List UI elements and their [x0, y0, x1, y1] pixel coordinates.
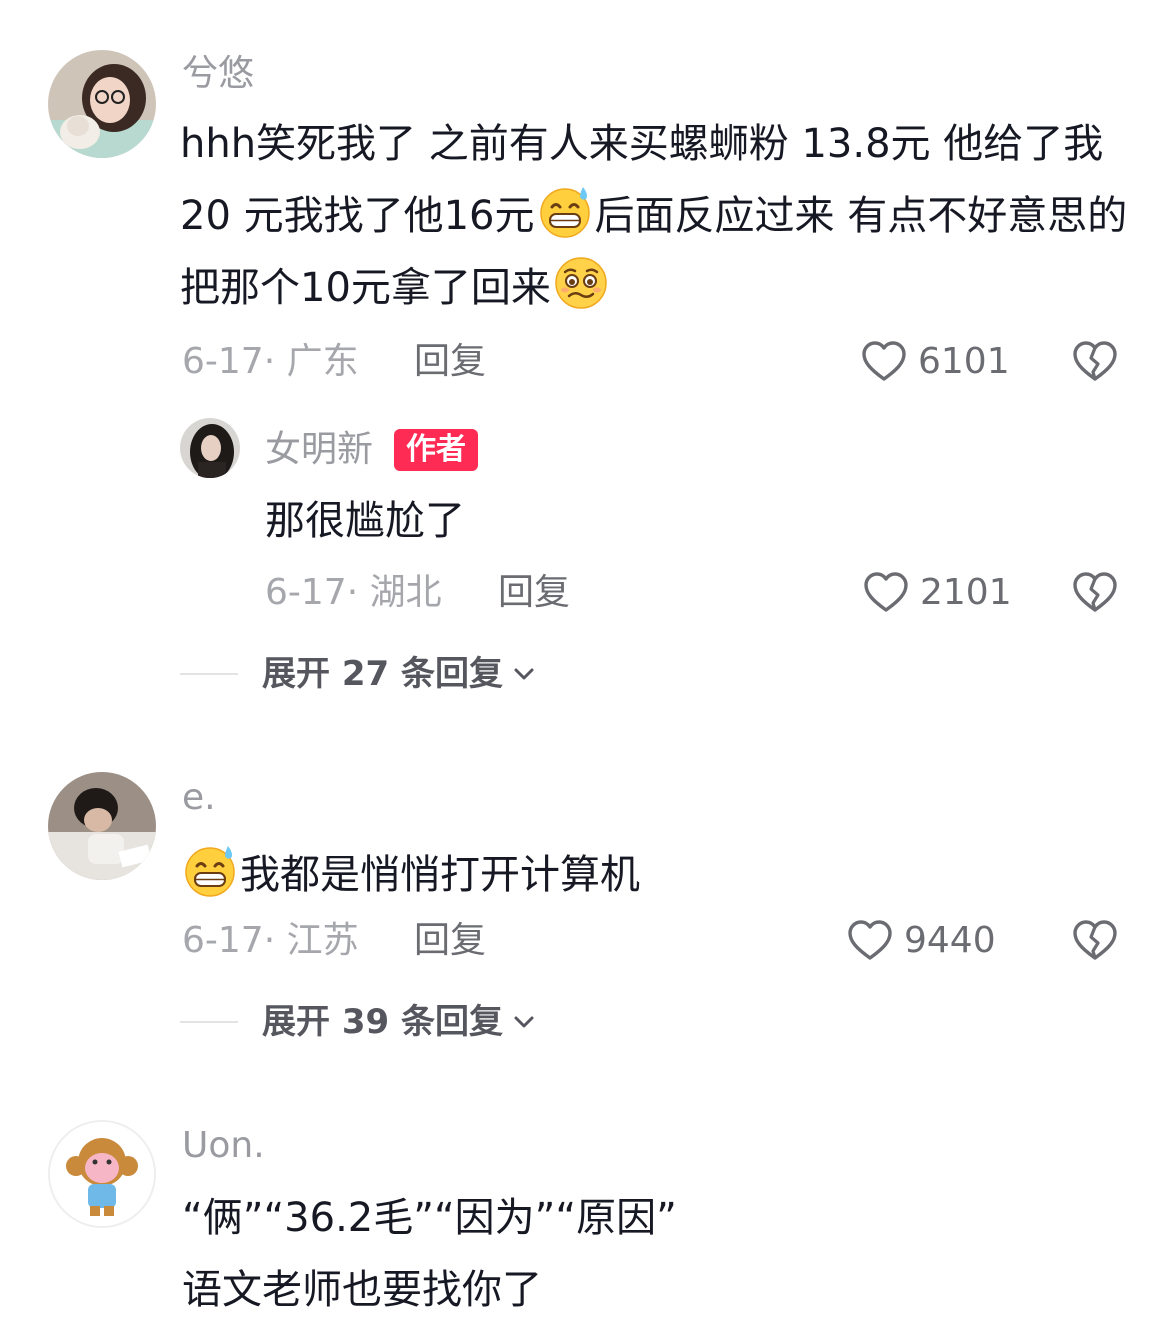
heart-icon	[860, 338, 908, 386]
comment-text: “俩”“36.2毛”“因为”“原因”	[182, 1195, 677, 1241]
like-count: 9440	[904, 920, 996, 961]
broken-heart-icon[interactable]	[1071, 917, 1119, 965]
comment-text: 语文老师也要找你了	[182, 1267, 542, 1313]
reply-date-location: 6-17· 湖北	[265, 572, 442, 613]
grinning-sweat-emoji-icon	[537, 183, 593, 239]
grinning-sweat-emoji-icon	[182, 842, 238, 898]
avatar-person-writing-icon	[48, 772, 156, 880]
broken-heart-icon[interactable]	[1071, 338, 1119, 386]
like-button[interactable]: 9440	[846, 917, 996, 965]
avatar-cartoon-monkey-icon	[50, 1122, 154, 1226]
comment-text: hhh笑死我了 之前有人来买螺蛳粉 13.8元 他给了我20 元我找了他16元后…	[180, 108, 1130, 324]
avatar[interactable]	[48, 1120, 156, 1228]
expand-replies-label: 展开 27 条回复	[262, 654, 503, 694]
divider-line	[180, 673, 238, 675]
avatar[interactable]	[180, 418, 240, 478]
comment-username[interactable]: e.	[182, 776, 216, 820]
comment-text-part: 我都是悄悄打开计算机	[240, 852, 640, 898]
comment-date-location: 6-17· 广东	[182, 341, 359, 382]
avatar[interactable]	[48, 50, 156, 158]
divider-line	[180, 1021, 238, 1023]
chevron-down-icon	[511, 1009, 537, 1035]
avatar-dark-hair-woman-icon	[180, 418, 240, 478]
broken-heart-icon[interactable]	[1071, 569, 1119, 617]
avatar-girl-with-cat-icon	[48, 50, 156, 158]
reply-button[interactable]: 回复	[498, 571, 570, 615]
like-count: 2101	[920, 572, 1012, 613]
chevron-down-icon	[511, 661, 537, 687]
expand-replies-button[interactable]: 展开 27 条回复	[180, 652, 537, 696]
reply-username[interactable]: 女明新	[265, 428, 373, 472]
heart-icon	[846, 917, 894, 965]
author-badge: 作者	[394, 429, 478, 471]
like-button[interactable]: 2101	[862, 569, 1012, 617]
avatar[interactable]	[48, 772, 156, 880]
comment-username[interactable]: 兮悠	[182, 52, 254, 96]
comment-date-location: 6-17· 江苏	[182, 920, 359, 961]
heart-icon	[862, 569, 910, 617]
reply-button[interactable]: 回复	[414, 340, 486, 384]
comment-username[interactable]: Uon.	[182, 1124, 265, 1168]
expand-replies-button[interactable]: 展开 39 条回复	[180, 1000, 537, 1044]
comment-text: 我都是悄悄打开计算机	[182, 842, 640, 899]
reply-button[interactable]: 回复	[414, 919, 486, 963]
like-button[interactable]: 6101	[860, 338, 1010, 386]
expand-replies-label: 展开 39 条回复	[262, 1002, 503, 1042]
reply-text: 那很尴尬了	[265, 498, 465, 544]
like-count: 6101	[918, 341, 1010, 382]
pleading-face-emoji-icon	[553, 255, 609, 311]
